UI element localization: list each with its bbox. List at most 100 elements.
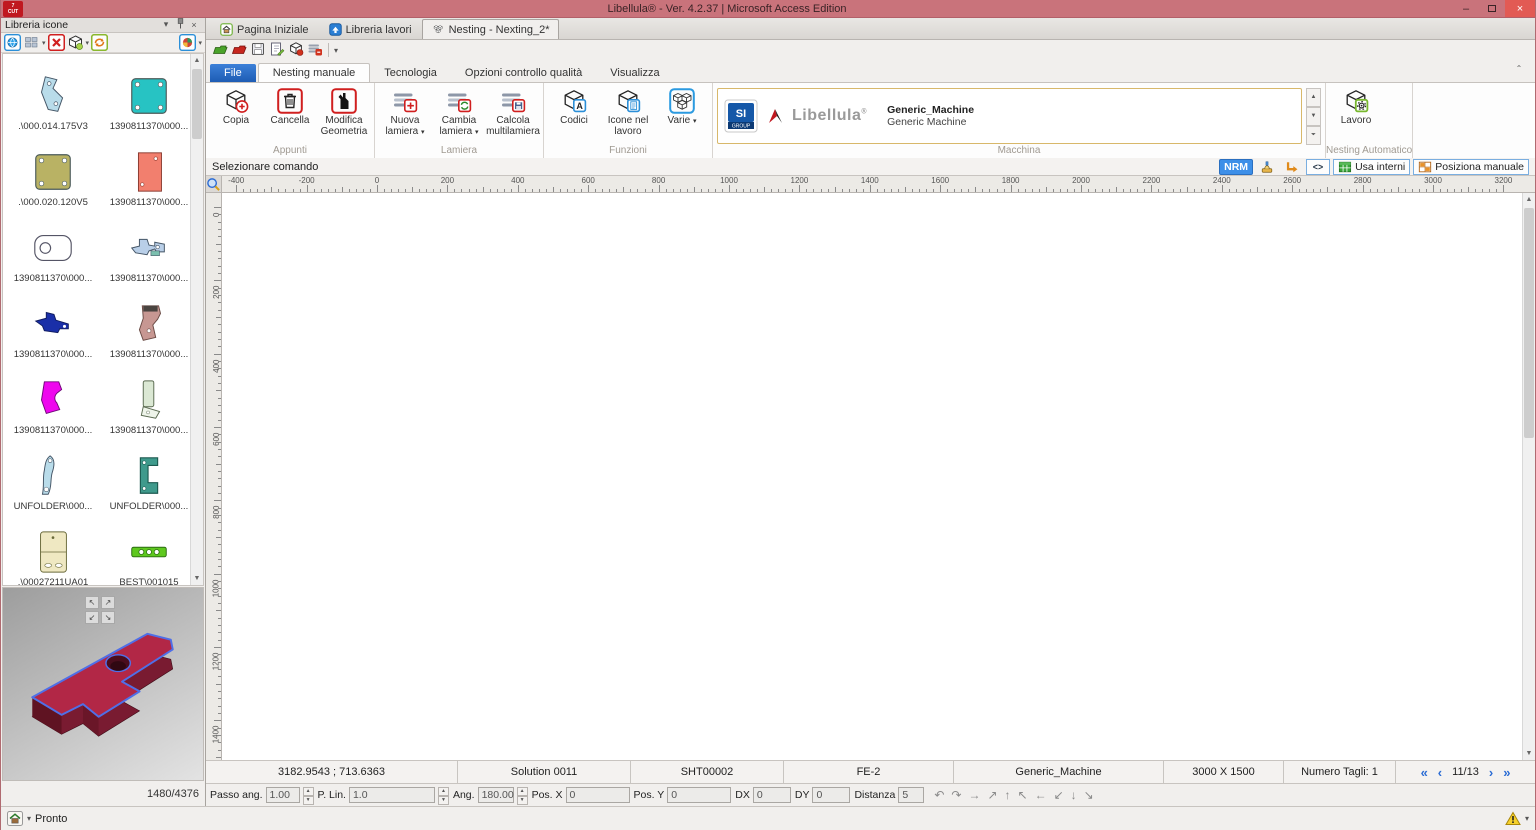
move-down-icon[interactable]: ↓ [1071, 788, 1077, 802]
qat-overflow-icon[interactable]: ▾ [334, 46, 338, 55]
move-left-icon[interactable]: ← [1035, 788, 1047, 802]
nrm-toggle[interactable]: NRM [1219, 159, 1253, 175]
spin-down-icon[interactable]: ▼ [303, 796, 314, 805]
ribbon-tab-visualizza[interactable]: Visualizza [596, 64, 673, 82]
part-3d-preview[interactable]: ↖ ↗ ↙ ↘ [2, 587, 204, 782]
panel-menu-button[interactable]: ▾ [159, 19, 173, 30]
library-part-item[interactable]: UNFOLDER\000... [5, 436, 101, 512]
bend-arrow-tool[interactable] [1281, 159, 1303, 175]
ribbon-button-job-auto[interactable]: Lavoro [1330, 85, 1382, 127]
move-up-icon[interactable]: ↑ [1005, 788, 1011, 802]
library-part-item[interactable]: .\000.014.175V3 [5, 56, 101, 132]
library-part-item[interactable]: BEST\001015 [101, 512, 197, 586]
library-part-item[interactable]: .\00027211UA01 [5, 512, 101, 586]
ribbon-tab-nesting-manuale[interactable]: Nesting manuale [258, 63, 371, 82]
machine-selector[interactable]: SIGROUPLibellula®Generic_MachineGeneric … [717, 88, 1302, 144]
last-sheet-button[interactable]: » [1503, 765, 1510, 780]
scroll-down-icon[interactable]: ▼ [191, 572, 203, 585]
library-part-item[interactable]: 1390811370\000... [101, 284, 197, 360]
ribbon-button-edit-geometry[interactable]: Modifica Geometria [318, 85, 370, 138]
view-mode-button-menu-icon[interactable]: ▾ [42, 36, 46, 48]
collapse-ribbon-icon[interactable]: ⌃ [1511, 64, 1527, 78]
warning-icon[interactable] [1505, 811, 1521, 826]
ribbon-button-misc[interactable]: Varie ▾ [656, 85, 708, 128]
field-input-distanza[interactable]: 5 [898, 787, 924, 803]
document-tab-nesting[interactable]: Nesting - Nexting_2* [422, 19, 560, 39]
document-tab-library[interactable]: Libreria lavori [319, 19, 422, 39]
part-options-button[interactable] [67, 34, 84, 51]
zoom-tool-icon[interactable] [206, 176, 222, 192]
field-input-pos-y[interactable]: 0 [667, 787, 731, 803]
expand-down-right-icon[interactable]: ↘ [101, 611, 115, 624]
field-input-dy[interactable]: 0 [812, 787, 850, 803]
spin-up-icon[interactable]: ▲ [303, 787, 314, 796]
panel-close-button[interactable]: × [187, 20, 201, 30]
machine-down-icon[interactable]: ▼ [1306, 107, 1321, 126]
field-input-p-lin[interactable]: 1.0 [349, 787, 435, 803]
move-down-left-icon[interactable]: ↙ [1054, 788, 1064, 802]
color-mode-button[interactable] [179, 34, 196, 51]
ribbon-button-calc-multisheet[interactable]: Calcola multilamiera [487, 85, 539, 138]
ribbon-tab-tecnologia[interactable]: Tecnologia [370, 64, 451, 82]
canvas-scroll-up-icon[interactable]: ▲ [1523, 193, 1535, 206]
status-menu-icon[interactable]: ▾ [27, 814, 31, 823]
machine-more-icon[interactable]: ⏷ [1306, 126, 1321, 145]
move-up-left-icon[interactable]: ↖ [1018, 788, 1028, 802]
ribbon-button-codes[interactable]: ACodici [548, 85, 600, 127]
ribbon-button-new-sheet[interactable]: Nuova lamiera ▾ [379, 85, 431, 139]
ribbon-button-job-icons[interactable]: Icone nel lavoro [602, 85, 654, 138]
library-part-item[interactable]: 1390811370\000... [101, 360, 197, 436]
home-status-icon[interactable] [7, 811, 23, 826]
redo-icon[interactable]: ↷ [951, 788, 961, 802]
open-green-button[interactable] [212, 41, 228, 60]
spin-down-icon[interactable]: ▼ [517, 796, 528, 805]
first-sheet-button[interactable]: « [1421, 765, 1428, 780]
release-tool[interactable] [1256, 159, 1278, 175]
expand-up-left-icon[interactable]: ↖ [85, 596, 99, 609]
scroll-up-icon[interactable]: ▲ [191, 54, 203, 67]
panel-scrollbar[interactable]: ▲ ▼ [190, 54, 203, 585]
ribbon-tab-opzioni-controllo-qualit-[interactable]: Opzioni controllo qualità [451, 64, 596, 82]
view-mode-button[interactable] [23, 34, 40, 51]
field-input-dx[interactable]: 0 [753, 787, 791, 803]
field-input-pos-x[interactable]: 0 [566, 787, 630, 803]
warning-menu-icon[interactable]: ▾ [1525, 814, 1529, 823]
delete-part-button[interactable] [48, 34, 65, 51]
restore-button[interactable] [1479, 0, 1505, 17]
library-part-item[interactable]: 1390811370\000... [5, 360, 101, 436]
posiziona-manuale-toggle[interactable]: Posiziona manuale [1413, 159, 1529, 175]
move-up-right-icon[interactable]: ↗ [987, 788, 997, 802]
usa-interni-toggle[interactable]: Usa interni [1333, 159, 1410, 175]
move-right-icon[interactable]: → [968, 788, 980, 802]
code-toggle[interactable]: <> [1306, 159, 1330, 175]
sync-parts-button[interactable] [4, 34, 21, 51]
pin-icon[interactable] [173, 18, 187, 31]
library-part-item[interactable]: .\000.020.120V5 [5, 132, 101, 208]
nesting-canvas[interactable] [222, 193, 1522, 760]
edit-doc-button[interactable] [269, 41, 285, 60]
expand-down-left-icon[interactable]: ↙ [85, 611, 99, 624]
undo-icon[interactable]: ↶ [934, 788, 944, 802]
spin-down-icon[interactable]: ▼ [438, 796, 449, 805]
save-button[interactable] [250, 41, 266, 60]
box-alert-button[interactable] [288, 41, 304, 60]
library-part-item[interactable]: 1390811370\000... [5, 284, 101, 360]
move-down-right-icon[interactable]: ↘ [1084, 788, 1094, 802]
prev-sheet-button[interactable]: ‹ [1438, 765, 1442, 780]
refresh-library-button[interactable] [91, 34, 108, 51]
machine-up-icon[interactable]: ▲ [1306, 88, 1321, 107]
next-sheet-button[interactable]: › [1489, 765, 1493, 780]
spin-up-icon[interactable]: ▲ [517, 787, 528, 796]
spin-up-icon[interactable]: ▲ [438, 787, 449, 796]
ribbon-tab-file[interactable]: File [210, 64, 256, 82]
part-options-button-menu-icon[interactable]: ▾ [86, 36, 90, 48]
canvas-scrollbar[interactable]: ▲ ▼ [1522, 193, 1535, 760]
field-input-ang[interactable]: 180.00 [478, 787, 514, 803]
library-part-item[interactable]: 1390811370\000... [101, 132, 197, 208]
color-mode-button-menu-icon[interactable]: ▾ [198, 36, 202, 48]
sheet-alert-button[interactable] [307, 41, 323, 60]
field-input-passo-ang[interactable]: 1.00 [266, 787, 300, 803]
canvas-scroll-down-icon[interactable]: ▼ [1523, 747, 1535, 760]
close-button[interactable]: × [1505, 0, 1535, 17]
library-part-item[interactable]: UNFOLDER\000... [101, 436, 197, 512]
